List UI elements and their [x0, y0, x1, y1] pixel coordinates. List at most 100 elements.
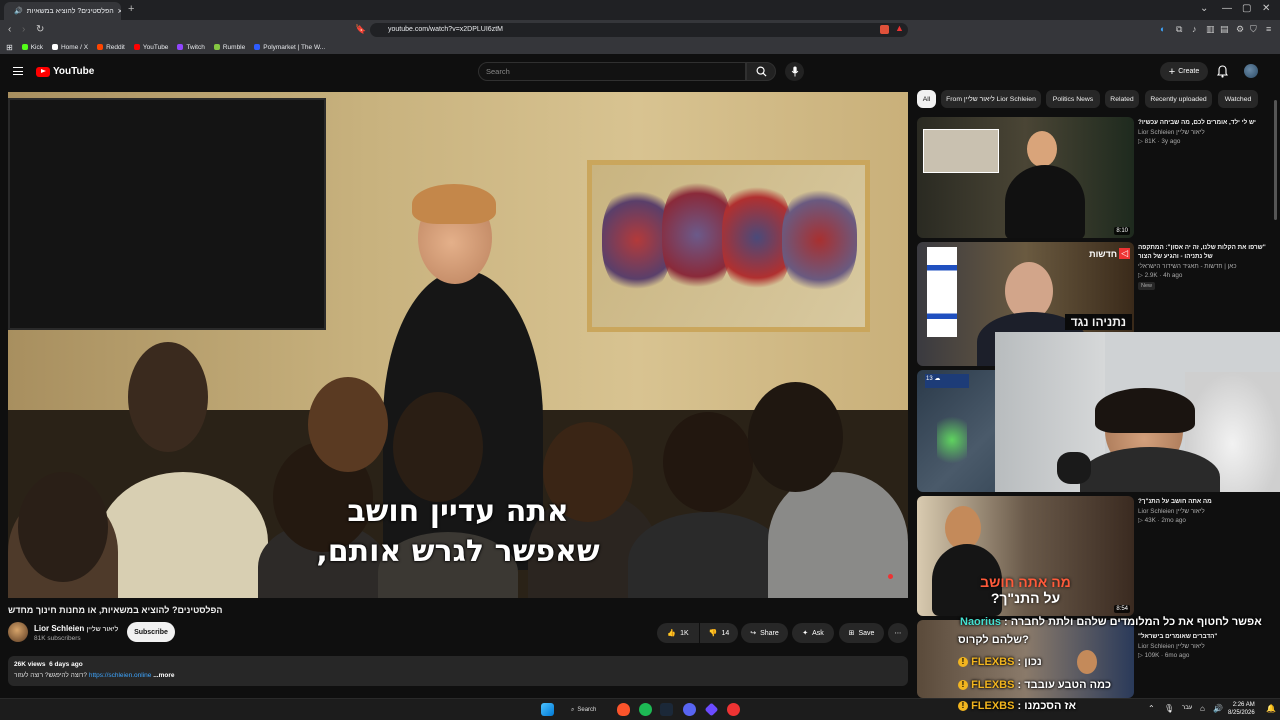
chip-recently-uploaded[interactable]: Recently uploaded — [1145, 90, 1212, 108]
extension-icon[interactable]: ◐ — [1160, 24, 1165, 34]
save-button[interactable]: ⊞ Save — [839, 623, 884, 643]
network-icon[interactable]: ⌂ — [1200, 704, 1205, 713]
bookmark-item[interactable]: Kick — [21, 44, 43, 51]
steam-icon[interactable] — [660, 703, 673, 716]
channel-name[interactable]: Lior Schleien ליאור שליין — [34, 624, 118, 633]
microphone-icon[interactable]: 🎙 — [1164, 704, 1174, 713]
sidebar-icon[interactable]: ▥ — [1206, 24, 1215, 35]
overlay-line: מה אתה חושב — [980, 574, 1071, 590]
browser-tab[interactable]: 🔊 הפלסטינים? להוציא במשאיות × — [4, 2, 121, 20]
bookmark-item[interactable]: Home / X — [51, 44, 88, 51]
notifications-icon[interactable]: 🔔 — [1266, 704, 1276, 713]
system-clock[interactable]: 2:26 AM 8/25/2026 — [1228, 701, 1255, 717]
windows-taskbar: ⌕ Search ! FLEXBS : אז הסכמנו ⌃ 🎙 עבר ⌂ … — [0, 698, 1280, 720]
voice-search-button[interactable] — [785, 62, 804, 81]
clock-time: 2:26 AM — [1232, 702, 1255, 708]
weather-radar — [937, 410, 967, 470]
chip-politics-news[interactable]: Politics News — [1046, 90, 1100, 108]
description-link[interactable]: https://schleien.online — [89, 672, 152, 679]
channel-avatar[interactable] — [8, 622, 28, 642]
recommendation-meta[interactable]: יש לי ילד, אומרים לכם, מה שביחה עכשיו? L… — [1138, 118, 1268, 145]
menu-icon[interactable]: ≡ — [1266, 24, 1271, 34]
rewards-icon[interactable]: ▲ — [895, 23, 904, 33]
subscribe-button[interactable]: Subscribe — [127, 622, 175, 642]
create-button[interactable]: + Create — [1160, 62, 1208, 81]
chat-message: ! FLEXBS : נכון — [958, 656, 1042, 668]
spotify-icon[interactable] — [639, 703, 652, 716]
ask-button[interactable]: ✦ Ask — [792, 623, 834, 643]
recommendation-title: יש לי ילד, אומרים לכם, מה שביחה עכשיו? — [1138, 119, 1256, 126]
recommendation-stats: ▷ 2.9K · 4h ago — [1138, 272, 1183, 279]
news-tag: חדשות ◁ — [1089, 248, 1130, 259]
music-icon[interactable]: ♪ — [1192, 24, 1197, 34]
bookmark-item[interactable]: Twitch — [177, 44, 205, 51]
settings-icon[interactable]: ⚙ — [1236, 24, 1244, 35]
record-icon[interactable] — [727, 703, 740, 716]
notifications-bell-icon[interactable] — [1217, 65, 1228, 78]
back-icon[interactable]: ‹ — [8, 24, 11, 35]
search-input[interactable]: Search — [478, 62, 746, 81]
page-scrollbar[interactable] — [1274, 100, 1277, 220]
share-button[interactable]: ↪ Share — [741, 623, 788, 643]
new-tab-icon[interactable]: + — [128, 3, 134, 15]
create-label: Create — [1178, 68, 1200, 75]
bookmark-item[interactable]: Polymarket | The W... — [254, 44, 325, 51]
browser-toolbar: ‹ › ↻ 🔖 youtube.com/watch?v=x2DPLUI6ztM … — [0, 20, 1280, 40]
start-icon[interactable] — [541, 703, 554, 716]
taskbar-search[interactable]: ⌕ Search — [566, 703, 606, 717]
reload-icon[interactable]: ↻ — [36, 24, 44, 35]
chip-watched[interactable]: Watched — [1218, 90, 1258, 108]
bookmark-item[interactable]: Reddit — [97, 44, 125, 51]
search-button[interactable] — [746, 62, 776, 81]
recommendation-views: 81K — [1144, 138, 1156, 145]
maximize-icon[interactable]: ▢ — [1242, 3, 1251, 14]
account-avatar[interactable] — [1244, 64, 1258, 78]
more-link[interactable]: ...more — [153, 672, 174, 679]
recommendation-thumbnail[interactable]: 8:10 — [917, 117, 1134, 238]
bookmark-icon[interactable]: 🔖 — [355, 24, 366, 35]
vpn-icon[interactable]: ⛉ — [1250, 24, 1257, 35]
address-bar[interactable]: youtube.com/watch?v=x2DPLUI6ztM — [370, 23, 908, 37]
more-actions-button[interactable]: ⋯ — [888, 623, 908, 643]
tab-title: הפלסטינים? להוציא במשאיות — [26, 7, 114, 15]
recommendation-meta[interactable]: "שרפו את הקלות שלנו, זה יה אסון": המתקפה… — [1138, 243, 1268, 290]
channel-name-he: ליאור שליין — [86, 626, 119, 633]
video-description[interactable]: 26K views 6 days ago רוצה להיפגש? רוצה ל… — [8, 656, 908, 686]
bookmark-label: YouTube — [142, 43, 169, 51]
overlay-line: על התנ"ך? — [990, 590, 1061, 606]
chip-related[interactable]: Related — [1105, 90, 1139, 108]
recommendation-meta[interactable]: "הדברים שאומרים בישראל" Lior Schleien לי… — [1138, 632, 1268, 659]
bookmark-item[interactable]: YouTube — [133, 43, 169, 51]
like-button[interactable]: 👍 1K — [657, 623, 699, 643]
app-icon[interactable] — [704, 702, 719, 717]
dislike-button[interactable]: 👎 14 — [700, 623, 738, 643]
thumbnail-face — [1077, 650, 1097, 674]
close-window-icon[interactable]: ✕ — [1262, 3, 1270, 14]
minimize-icon[interactable]: — — [1222, 3, 1232, 14]
forward-icon[interactable]: › — [22, 24, 25, 35]
chevron-up-icon[interactable]: ⌃ — [1148, 704, 1155, 713]
language-indicator[interactable]: עבר — [1182, 705, 1192, 711]
wallet-icon[interactable]: ▤ — [1220, 24, 1229, 35]
volume-icon[interactable]: 🔊 — [1213, 704, 1223, 713]
bookmark-item[interactable]: Rumble — [213, 44, 245, 51]
youtube-logo[interactable]: YouTube — [36, 66, 94, 77]
video-scene-hair — [412, 184, 496, 224]
hamburger-menu-icon[interactable] — [13, 67, 23, 75]
extensions-icon[interactable]: ⧉ — [1176, 24, 1182, 35]
chevron-down-icon[interactable]: ⌄ — [1200, 3, 1208, 14]
plus-icon: + — [1168, 65, 1176, 78]
apps-icon[interactable]: ⊞ — [6, 43, 13, 52]
close-tab-icon[interactable]: × — [118, 6, 121, 16]
israel-flag-icon — [927, 247, 957, 337]
discord-icon[interactable] — [683, 703, 696, 716]
chip-from-channel[interactable]: From ליאור שליין Lior Schleien — [941, 90, 1041, 108]
search-icon: ⌕ — [571, 706, 575, 713]
brave-shield-icon[interactable] — [880, 25, 889, 34]
recommendation-thumbnail[interactable]: מה אתה חושב על התנ"ך? 8:54 — [917, 496, 1134, 616]
brave-icon[interactable] — [617, 703, 630, 716]
polymarket-icon — [254, 44, 261, 50]
video-player[interactable]: אתה עדיין חושב שאפשר לגרש אותם, — [8, 92, 908, 598]
recommendation-meta[interactable]: מה אתה חושב על התנ"ך? Lior Schleien ליאו… — [1138, 497, 1268, 524]
chip-all[interactable]: All — [917, 90, 936, 108]
